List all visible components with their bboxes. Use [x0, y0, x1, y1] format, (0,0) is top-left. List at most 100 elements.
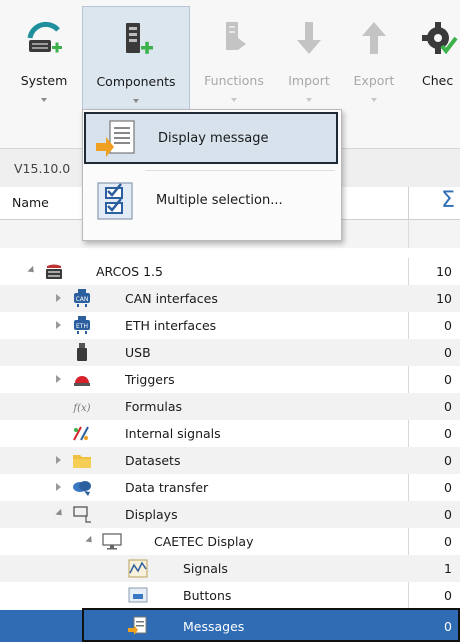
trigger-icon — [74, 376, 90, 386]
export-arrow-up-icon — [362, 22, 386, 54]
chevron-down-icon — [231, 98, 237, 102]
tree-row-data-transfer[interactable]: Data transfer 0 — [0, 474, 460, 501]
version-text: V15.10.0 — [14, 161, 71, 176]
can-interface-icon: CAN — [74, 289, 90, 307]
menu-item-label: Multiple selection... — [156, 193, 283, 208]
tree-row-signals[interactable]: Signals 1 — [0, 555, 460, 582]
tree-value: 10 — [436, 291, 452, 306]
buttons-icon — [128, 587, 148, 603]
usb-icon — [77, 343, 87, 361]
folder-icon — [73, 455, 91, 468]
component-add-icon — [126, 23, 153, 54]
expand-closed-icon[interactable] — [56, 375, 61, 383]
monitor-icon — [102, 533, 122, 550]
messages-icon — [128, 616, 147, 635]
eth-interface-icon: ETH — [74, 316, 90, 334]
tree-value: 0 — [444, 480, 452, 495]
formula-icon: f(x) — [72, 403, 90, 414]
import-button[interactable]: Import — [280, 6, 338, 118]
expand-open-icon[interactable] — [55, 508, 65, 519]
tree-row-displays[interactable]: Displays 0 — [0, 501, 460, 528]
signals-chart-icon — [128, 559, 148, 578]
tree-label: Triggers — [125, 372, 175, 387]
svg-text:ETH: ETH — [76, 323, 88, 330]
tree-label: Messages — [183, 619, 245, 634]
multiple-selection-icon — [97, 182, 133, 220]
expand-closed-icon[interactable] — [56, 321, 61, 329]
menu-item-label: Display message — [158, 131, 269, 146]
function-arrow-icon — [226, 22, 246, 50]
system-hardware-add-icon — [27, 21, 62, 53]
expand-closed-icon[interactable] — [56, 456, 61, 464]
expand-closed-icon[interactable] — [56, 294, 61, 302]
check-label: Chec — [422, 73, 454, 88]
tree-row-internal-signals[interactable]: Internal signals 0 — [0, 420, 460, 447]
tree-value: 0 — [444, 588, 452, 603]
svg-text:CAN: CAN — [76, 296, 89, 303]
menu-item-multiple-selection[interactable]: Multiple selection... — [84, 176, 338, 228]
tree-row-can-interfaces[interactable]: CAN CAN interfaces 10 — [0, 285, 460, 312]
tree-value: 0 — [444, 426, 452, 441]
tree-label: ARCOS 1.5 — [96, 264, 163, 279]
tree-label: USB — [125, 345, 151, 360]
tree-row-usb[interactable]: USB 0 — [0, 339, 460, 366]
chevron-down-icon — [371, 98, 377, 102]
tree-row-datasets[interactable]: Datasets 0 — [0, 447, 460, 474]
tree-label: CAETEC Display — [154, 534, 254, 549]
svg-text:f(x): f(x) — [72, 403, 90, 414]
sum-icon: Σ — [441, 188, 455, 213]
components-label: Components — [96, 74, 176, 89]
chevron-down-icon — [306, 98, 312, 102]
tree-label: Buttons — [183, 588, 232, 603]
tree-row-buttons[interactable]: Buttons 0 — [0, 582, 460, 609]
tree-value: 10 — [436, 264, 452, 279]
check-button[interactable]: Chec — [414, 6, 460, 118]
components-button[interactable]: Components — [82, 6, 190, 118]
functions-button[interactable]: Functions — [196, 6, 272, 118]
tree-value: 0 — [444, 507, 452, 522]
tree-value: 0 — [444, 372, 452, 387]
displays-icon — [73, 506, 91, 523]
components-dropdown-menu: Display message Multiple selection... — [82, 109, 342, 241]
tree-row-triggers[interactable]: Triggers 0 — [0, 366, 460, 393]
display-message-icon — [96, 120, 135, 157]
tree-row-caetec-display[interactable]: CAETEC Display 0 — [0, 528, 460, 555]
chevron-down-icon — [41, 98, 47, 102]
tree-value: 0 — [444, 345, 452, 360]
check-gear-icon — [422, 22, 458, 55]
tree-value: 1 — [444, 561, 452, 576]
expand-open-icon[interactable] — [85, 535, 95, 546]
tree-row-eth-interfaces[interactable]: ETH ETH interfaces 0 — [0, 312, 460, 339]
internal-signals-icon — [73, 426, 89, 441]
tree-label: CAN interfaces — [125, 291, 218, 306]
column-header-name[interactable]: Name — [12, 195, 49, 210]
expand-closed-icon[interactable] — [56, 483, 61, 491]
tree-label: Displays — [125, 507, 178, 522]
import-label: Import — [288, 73, 330, 88]
import-arrow-down-icon — [297, 22, 321, 54]
system-label: System — [20, 73, 68, 88]
tree-label: ETH interfaces — [125, 318, 217, 333]
device-icon — [46, 264, 62, 279]
export-label: Export — [353, 73, 395, 88]
chevron-down-icon — [133, 99, 139, 103]
tree-value: 0 — [444, 453, 452, 468]
tree-label: Signals — [183, 561, 228, 576]
export-button[interactable]: Export — [340, 6, 408, 118]
tree-label: Data transfer — [125, 480, 209, 495]
tree-value: 0 — [444, 534, 452, 549]
menu-divider — [145, 170, 335, 171]
tree-label: Formulas — [125, 399, 183, 414]
menu-item-display-message[interactable]: Display message — [84, 112, 338, 164]
tree-value: 0 — [444, 318, 452, 333]
data-transfer-icon — [73, 481, 91, 496]
tree-row-formulas[interactable]: f(x) Formulas 0 — [0, 393, 460, 420]
tree-row-messages[interactable]: Messages 0 — [0, 610, 460, 642]
tree-value: 0 — [444, 399, 452, 414]
tree-value: 0 — [444, 619, 452, 634]
functions-label: Functions — [204, 73, 264, 88]
column-header-sum[interactable]: Σ — [408, 187, 460, 219]
expand-open-icon[interactable] — [27, 265, 37, 276]
tree-row-arcos[interactable]: ARCOS 1.5 10 — [0, 258, 460, 285]
system-button[interactable]: System — [8, 6, 80, 118]
